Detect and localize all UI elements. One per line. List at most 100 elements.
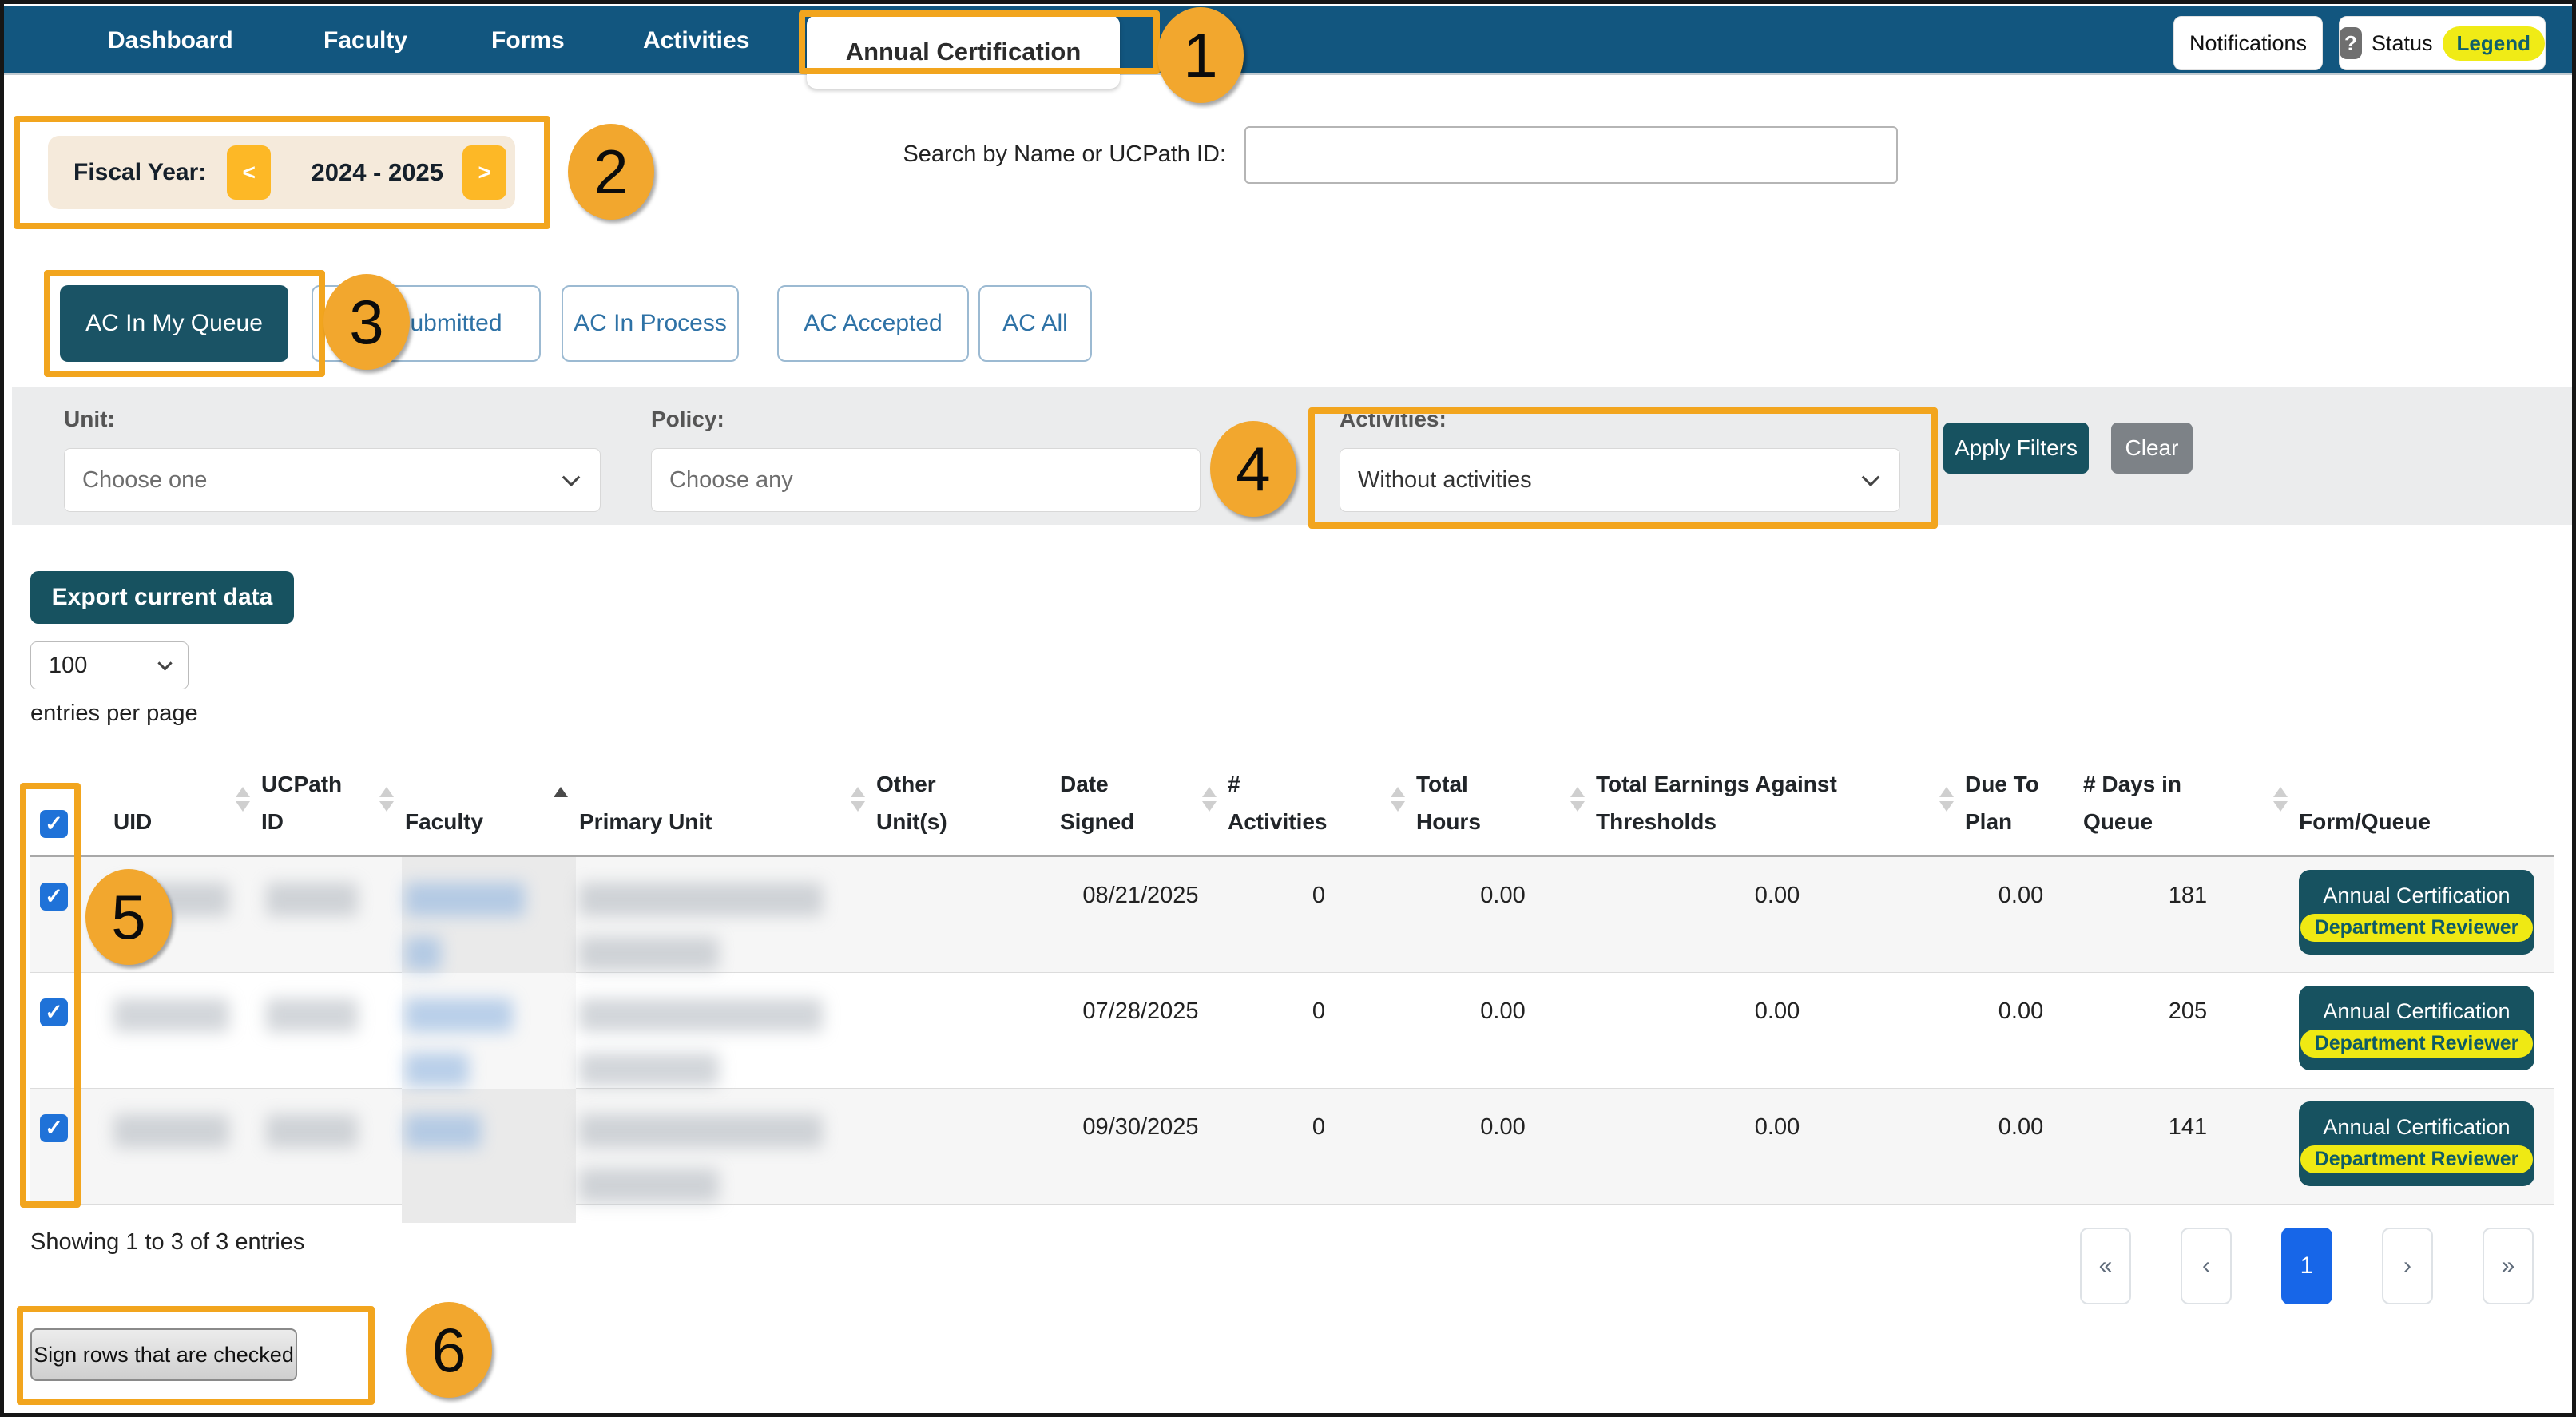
- annual-certification-page: Dashboard Faculty Forms Activities Notif…: [0, 0, 2576, 1417]
- sort-icon: [2273, 787, 2288, 812]
- column-header-date-signed[interactable]: Date Signed: [1057, 752, 1224, 855]
- tab-ac-all[interactable]: AC All: [978, 285, 1092, 362]
- help-icon: ?: [2340, 27, 2362, 59]
- sort-icon: [1391, 787, 1405, 812]
- showing-entries-text: Showing 1 to 3 of 3 entries: [30, 1229, 304, 1256]
- pagination: « ‹ 1 › »: [2080, 1228, 2534, 1304]
- fiscal-year-label: Fiscal Year:: [73, 159, 206, 186]
- column-header-uid[interactable]: UID: [110, 752, 258, 855]
- activities-select-value: Without activities: [1358, 467, 1532, 494]
- row-checkbox[interactable]: [40, 883, 68, 911]
- certification-table: UID UCPath ID Faculty Primary Unit Other…: [30, 752, 2554, 1205]
- activities-select[interactable]: Without activities: [1340, 448, 1900, 512]
- prev-page-icon: ‹: [2202, 1252, 2210, 1280]
- sort-icon: [1202, 787, 1217, 812]
- tab-ac-in-process[interactable]: AC In Process: [562, 285, 739, 362]
- redacted-primary-unit: [579, 1169, 719, 1202]
- fiscal-year-selector: Fiscal Year: < 2024 - 2025 >: [48, 136, 515, 209]
- legend-badge: Legend: [2443, 26, 2545, 61]
- row-checkbox[interactable]: [40, 1114, 68, 1142]
- redacted-uid: [113, 998, 229, 1032]
- pagination-page-1[interactable]: 1: [2281, 1228, 2332, 1304]
- redacted-faculty-link[interactable]: [405, 1053, 469, 1086]
- unit-select[interactable]: Choose one: [64, 448, 601, 512]
- table-header-row: UID UCPath ID Faculty Primary Unit Other…: [30, 752, 2554, 857]
- column-header-total-earnings[interactable]: Total Earnings Against Thresholds: [1593, 752, 1962, 855]
- column-header-num-activities[interactable]: # Activities: [1224, 752, 1413, 855]
- column-header-form-queue: Form/Queue: [2296, 752, 2554, 855]
- page-size-select[interactable]: 100: [30, 641, 189, 689]
- sign-checked-rows-button[interactable]: Sign rows that are checked: [30, 1328, 297, 1381]
- total-hours-cell: 0.00: [1413, 1089, 1593, 1223]
- days-in-queue-cell: 181: [2080, 857, 2296, 991]
- top-navbar: Dashboard Faculty Forms Activities Notif…: [4, 6, 2572, 75]
- clear-filters-button[interactable]: Clear: [2111, 423, 2193, 474]
- unit-filter-label: Unit:: [64, 407, 115, 432]
- date-signed-cell: 08/21/2025: [1057, 857, 1224, 991]
- entries-per-page-label: entries per page: [30, 701, 198, 727]
- fiscal-year-next-button[interactable]: >: [462, 145, 506, 200]
- filter-bar: Unit: Choose one Policy: Choose any Acti…: [12, 387, 2572, 525]
- form-queue-badge[interactable]: Annual CertificationDepartment Reviewer: [2299, 986, 2534, 1070]
- row-checkbox[interactable]: [40, 998, 68, 1026]
- redacted-faculty-link[interactable]: [405, 937, 441, 970]
- other-units-cell: [873, 857, 1057, 991]
- status-legend-button[interactable]: ? Status Legend: [2339, 16, 2546, 70]
- column-header-faculty[interactable]: Faculty: [402, 752, 576, 855]
- policy-select-placeholder: Choose any: [669, 467, 793, 494]
- notifications-label: Notifications: [2189, 31, 2307, 56]
- earnings-cell: 0.00: [1593, 973, 1962, 1107]
- column-header-total-hours[interactable]: Total Hours: [1413, 752, 1593, 855]
- pagination-first-button[interactable]: «: [2080, 1228, 2131, 1304]
- search-input[interactable]: [1244, 126, 1898, 184]
- notifications-button[interactable]: Notifications: [2173, 16, 2323, 70]
- fiscal-year-prev-button[interactable]: <: [227, 145, 271, 200]
- redacted-faculty-link[interactable]: [405, 883, 525, 916]
- nav-item-forms[interactable]: Forms: [491, 6, 565, 75]
- pagination-next-button[interactable]: ›: [2382, 1228, 2433, 1304]
- callout-number-6: 6: [406, 1302, 492, 1398]
- nav-item-annual-certification[interactable]: Annual Certification: [807, 15, 1120, 89]
- callout-number-2: 2: [568, 124, 654, 220]
- form-queue-badge[interactable]: Annual CertificationDepartment Reviewer: [2299, 870, 2534, 955]
- total-hours-cell: 0.00: [1413, 857, 1593, 991]
- sort-icon: [236, 787, 250, 812]
- policy-filter-label: Policy:: [651, 407, 724, 432]
- status-label: Status: [2372, 31, 2433, 56]
- redacted-faculty-link[interactable]: [405, 1114, 481, 1148]
- due-to-plan-cell: 0.00: [1962, 973, 2080, 1107]
- chevron-down-icon: [157, 656, 172, 670]
- date-signed-cell: 09/30/2025: [1057, 1089, 1224, 1223]
- pagination-prev-button[interactable]: ‹: [2181, 1228, 2232, 1304]
- days-in-queue-cell: 205: [2080, 973, 2296, 1107]
- pagination-last-button[interactable]: »: [2483, 1228, 2534, 1304]
- column-header-ucpath-id[interactable]: UCPath ID: [258, 752, 402, 855]
- date-signed-cell: 07/28/2025: [1057, 973, 1224, 1107]
- select-all-checkbox[interactable]: [40, 810, 68, 838]
- nav-item-activities[interactable]: Activities: [643, 6, 749, 75]
- chevron-down-icon: [1862, 468, 1880, 486]
- export-current-data-button[interactable]: Export current data: [30, 571, 294, 624]
- tab-ac-in-my-queue[interactable]: AC In My Queue: [60, 285, 288, 362]
- queue-role-badge: Department Reviewer: [2300, 1145, 2534, 1173]
- column-header-days-in-queue[interactable]: # Days in Queue: [2080, 752, 2296, 855]
- sort-icon: [851, 787, 865, 812]
- chevron-down-icon: [562, 468, 581, 486]
- column-header-primary-unit[interactable]: Primary Unit: [576, 752, 873, 855]
- queue-role-badge: Department Reviewer: [2300, 914, 2534, 942]
- queue-role-badge: Department Reviewer: [2300, 1030, 2534, 1058]
- policy-select[interactable]: Choose any: [651, 448, 1201, 512]
- form-queue-badge[interactable]: Annual CertificationDepartment Reviewer: [2299, 1101, 2534, 1186]
- apply-filters-button[interactable]: Apply Filters: [1943, 423, 2089, 474]
- page-size-value: 100: [49, 653, 87, 679]
- nav-item-dashboard[interactable]: Dashboard: [108, 6, 233, 75]
- redacted-faculty-link[interactable]: [405, 998, 513, 1032]
- nav-item-faculty[interactable]: Faculty: [323, 6, 407, 75]
- last-page-icon: »: [2502, 1252, 2515, 1280]
- search-label: Search by Name or UCPath ID:: [879, 141, 1226, 168]
- redacted-ucpath-id: [266, 883, 358, 916]
- tab-not-submitted[interactable]: Not Submitted: [312, 285, 541, 362]
- redacted-primary-unit: [579, 937, 719, 970]
- tab-ac-accepted[interactable]: AC Accepted: [777, 285, 969, 362]
- redacted-primary-unit: [579, 883, 823, 916]
